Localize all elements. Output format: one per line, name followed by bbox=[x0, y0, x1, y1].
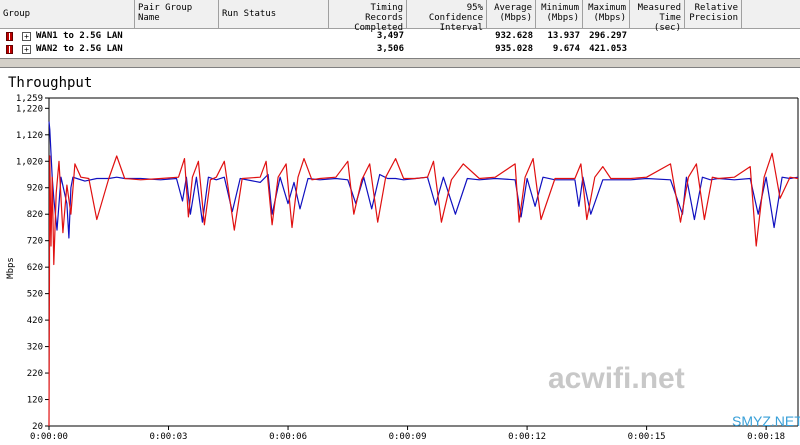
expand-icon[interactable]: + bbox=[22, 32, 31, 41]
x-tick-labels: 0:00:00 0:00:03 0:00:06 0:00:09 0:00:12 0:00:… bbox=[30, 432, 785, 442]
row-timing-records: 3,506 bbox=[376, 44, 404, 54]
y-tick-label: 920 bbox=[27, 184, 43, 194]
col-header-average[interactable]: Average (Mbps) bbox=[487, 0, 536, 28]
y-tick-label: 320 bbox=[27, 343, 43, 353]
row-minimum: 13.937 bbox=[547, 31, 580, 41]
col-header-confidence[interactable]: 95% Confidence Interval bbox=[407, 0, 487, 33]
y-axis-label: Mbps bbox=[6, 257, 16, 279]
pane-splitter[interactable] bbox=[0, 58, 800, 68]
col-header-group[interactable]: Group bbox=[0, 0, 135, 28]
y-tick-label: 1,020 bbox=[16, 157, 43, 167]
chart-svg: Throughput Mbps 1,2591,220 1,120 1,020 920 8… bbox=[6, 75, 800, 442]
row-group-name: WAN1 to 2.5G LAN bbox=[36, 31, 123, 41]
x-tick-label: 0:00:00 bbox=[30, 432, 68, 442]
x-tick-label: 0:00:18 bbox=[747, 432, 785, 442]
corner-watermark: SMYZ.NET bbox=[732, 413, 800, 429]
y-tick-label: 120 bbox=[27, 396, 43, 406]
y-tick-label: 1,120 bbox=[16, 131, 43, 141]
col-header-relative-precision[interactable]: Relative Precision bbox=[685, 0, 742, 28]
axes bbox=[45, 97, 799, 430]
row-average: 932.628 bbox=[495, 31, 533, 41]
y-tick-label: 620 bbox=[27, 263, 43, 273]
y-tick-label: 520 bbox=[27, 290, 43, 300]
row-maximum: 421.053 bbox=[589, 44, 627, 54]
col-header-timing-records[interactable]: Timing Records Completed bbox=[329, 0, 407, 33]
watermark: acwifi.net bbox=[548, 362, 685, 395]
table-row[interactable]: + WAN2 to 2.5G LAN 3,506 935.028 9.674 4… bbox=[0, 43, 800, 56]
col-header-maximum[interactable]: Maximum (Mbps) bbox=[583, 0, 630, 28]
col-header-pair-group-name[interactable]: Pair Group Name bbox=[135, 0, 219, 28]
x-tick-label: 0:00:15 bbox=[628, 432, 666, 442]
expand-icon[interactable]: + bbox=[22, 45, 31, 54]
x-tick-label: 0:00:12 bbox=[508, 432, 546, 442]
y-tick-label: 220 bbox=[27, 369, 43, 379]
y-tick-label: 20 bbox=[32, 422, 43, 432]
row-maximum: 296.297 bbox=[589, 31, 627, 41]
table-header: Group Pair Group Name Run Status Timing … bbox=[0, 0, 800, 33]
plot-area bbox=[49, 98, 798, 426]
chart-title: Throughput bbox=[8, 75, 92, 91]
y-tick-labels: 1,2591,220 1,120 1,020 920 820 720 620 520 420 32… bbox=[16, 94, 43, 432]
row-group-name: WAN2 to 2.5G LAN bbox=[36, 44, 123, 54]
x-tick-label: 0:00:09 bbox=[389, 432, 427, 442]
col-header-measured-time[interactable]: Measured Time (sec) bbox=[630, 0, 685, 33]
table-row[interactable]: + WAN1 to 2.5G LAN 3,497 932.628 13.937 … bbox=[0, 30, 800, 43]
col-header-run-status[interactable]: Run Status bbox=[219, 0, 329, 28]
row-minimum: 9.674 bbox=[552, 44, 580, 54]
col-header-minimum[interactable]: Minimum (Mbps) bbox=[536, 0, 583, 28]
row-average: 935.028 bbox=[495, 44, 533, 54]
pair-chart-icon bbox=[6, 45, 13, 54]
y-tick-label: 420 bbox=[27, 316, 43, 326]
y-tick-label: 1,220 bbox=[16, 104, 43, 114]
y-tick-label: 820 bbox=[27, 210, 43, 220]
x-tick-label: 0:00:03 bbox=[150, 432, 188, 442]
col-header-group-label: Group bbox=[3, 9, 31, 19]
col-header-run-status-label: Run Status bbox=[222, 9, 277, 19]
results-table: Group Pair Group Name Run Status Timing … bbox=[0, 0, 800, 58]
row-timing-records: 3,497 bbox=[376, 31, 404, 41]
y-tick-label: 1,259 bbox=[16, 94, 43, 104]
throughput-chart: Throughput Mbps 1,259 1,220 1,120 1,020 920 8… bbox=[0, 68, 800, 445]
x-tick-label: 0:00:06 bbox=[269, 432, 307, 442]
y-tick-label: 720 bbox=[27, 237, 43, 247]
pair-chart-icon bbox=[6, 32, 13, 41]
